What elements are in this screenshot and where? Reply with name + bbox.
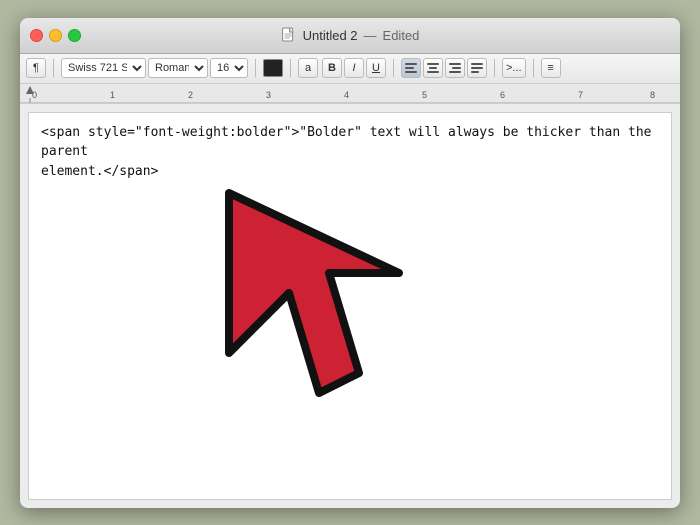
window-status: Edited xyxy=(383,28,420,43)
document-icon xyxy=(281,27,297,43)
char-button[interactable]: a xyxy=(298,58,318,78)
svg-text:6: 6 xyxy=(500,90,505,100)
divider-1 xyxy=(53,59,54,77)
document-content: <span style="font-weight:bolder">"Bolder… xyxy=(29,113,671,192)
toolbar: ¶ Swiss 721 SWA Roman 16 a B I U xyxy=(20,54,680,84)
align-center-button[interactable] xyxy=(423,58,443,78)
divider-6 xyxy=(533,59,534,77)
window-title: Untitled 2 xyxy=(303,28,358,43)
title-bar-center: Untitled 2 — Edited xyxy=(281,27,420,43)
svg-text:8: 8 xyxy=(650,90,655,100)
italic-button[interactable]: I xyxy=(344,58,364,78)
app-window: Untitled 2 — Edited ¶ Swiss 721 SWA Roma… xyxy=(20,18,680,508)
content-line-2: element.</span> xyxy=(41,162,659,182)
style-group: B I U xyxy=(322,58,386,78)
bold-button[interactable]: B xyxy=(322,58,342,78)
align-left-button[interactable] xyxy=(401,58,421,78)
divider-5 xyxy=(494,59,495,77)
font-size-select[interactable]: 16 xyxy=(210,58,248,78)
title-separator: — xyxy=(364,28,377,43)
svg-text:5: 5 xyxy=(422,90,427,100)
underline-button[interactable]: U xyxy=(366,58,386,78)
list-button[interactable]: ≡ xyxy=(541,58,561,78)
cursor-arrow xyxy=(209,173,469,453)
color-picker-button[interactable] xyxy=(263,59,283,77)
ruler: 0 1 2 3 4 5 6 7 8 xyxy=(20,84,680,104)
title-bar: Untitled 2 — Edited xyxy=(20,18,680,54)
divider-2 xyxy=(255,59,256,77)
minimize-button[interactable] xyxy=(49,29,62,42)
paragraph-marker-button[interactable]: ¶ xyxy=(26,58,46,78)
align-group xyxy=(401,58,487,78)
divider-3 xyxy=(290,59,291,77)
font-name-select[interactable]: Swiss 721 SWA xyxy=(61,58,146,78)
maximize-button[interactable] xyxy=(68,29,81,42)
svg-text:0: 0 xyxy=(32,90,37,100)
font-group: Swiss 721 SWA Roman 16 xyxy=(61,58,248,78)
svg-text:4: 4 xyxy=(344,90,349,100)
align-justify-button[interactable] xyxy=(467,58,487,78)
document-area[interactable]: <span style="font-weight:bolder">"Bolder… xyxy=(28,112,672,500)
align-right-button[interactable] xyxy=(445,58,465,78)
font-style-select[interactable]: Roman xyxy=(148,58,208,78)
ruler-svg: 0 1 2 3 4 5 6 7 8 xyxy=(20,84,680,104)
more-button[interactable]: >... xyxy=(502,58,526,78)
svg-text:2: 2 xyxy=(188,90,193,100)
svg-text:1: 1 xyxy=(110,90,115,100)
content-line-1: <span style="font-weight:bolder">"Bolder… xyxy=(41,123,659,162)
close-button[interactable] xyxy=(30,29,43,42)
svg-text:3: 3 xyxy=(266,90,271,100)
paragraph-group: ¶ xyxy=(26,58,46,78)
traffic-lights xyxy=(20,29,81,42)
svg-text:7: 7 xyxy=(578,90,583,100)
divider-4 xyxy=(393,59,394,77)
